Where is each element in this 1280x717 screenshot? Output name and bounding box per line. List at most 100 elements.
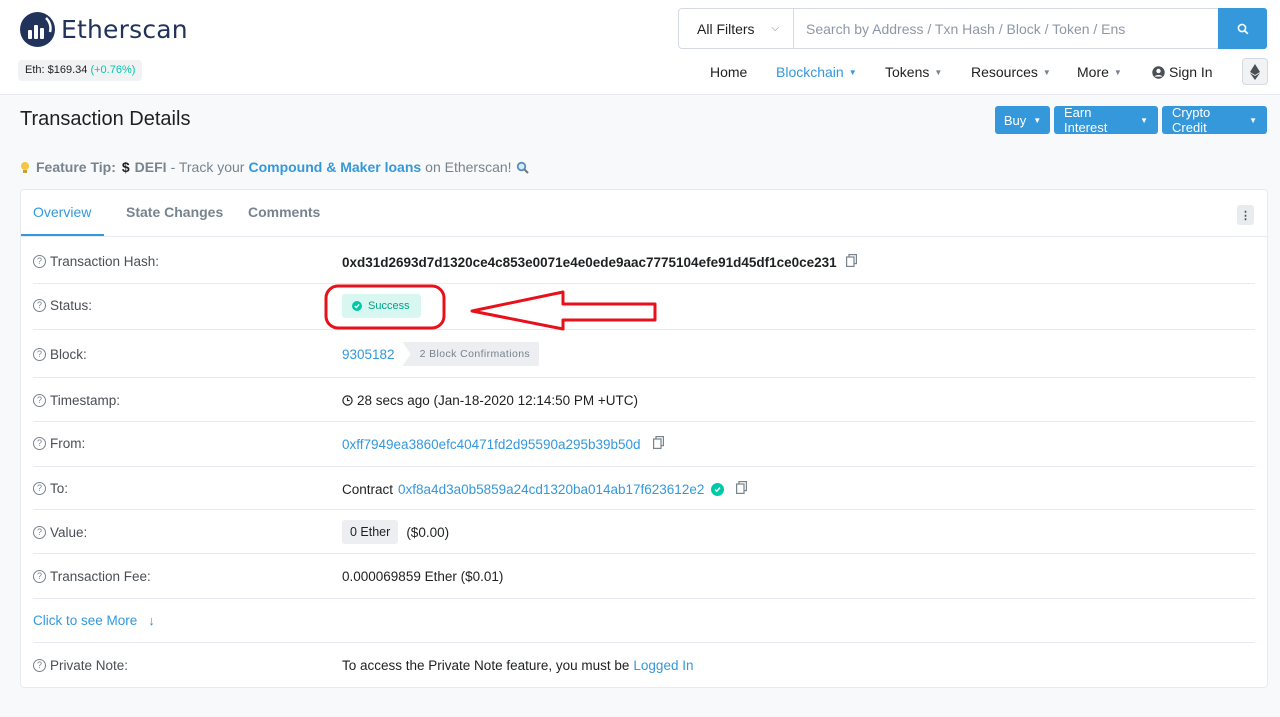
help-icon[interactable]: ?	[33, 255, 46, 268]
tab-comments[interactable]: Comments	[248, 204, 320, 220]
help-icon[interactable]: ?	[33, 394, 46, 407]
buy-button[interactable]: Buy ▼	[995, 106, 1050, 134]
nav-resources[interactable]: Resources ▼	[971, 60, 1051, 84]
network-switch-button[interactable]	[1242, 58, 1268, 85]
tip-text-post: on Etherscan!	[425, 159, 512, 175]
caret-down-icon: ▼	[848, 67, 857, 77]
sign-in-link[interactable]: Sign In	[1152, 60, 1213, 84]
buy-label: Buy	[1003, 112, 1027, 128]
nav-resources-label: Resources	[971, 64, 1038, 80]
to-address-link[interactable]: 0xf8a4d3a0b5859a24cd1320ba014ab17f623612…	[398, 482, 704, 497]
caret-down-icon: ▼	[1113, 67, 1122, 77]
dollar-icon: $	[121, 159, 130, 175]
tip-text-pre: - Track your	[170, 159, 245, 175]
search-icon	[1237, 23, 1248, 34]
compound-maker-link[interactable]: Compound & Maker loans	[248, 159, 421, 175]
help-icon[interactable]: ?	[33, 482, 46, 495]
detail-row-block: ? Block: 9305182 2 Block Confirmations	[33, 330, 1255, 378]
nav-more[interactable]: More ▼	[1077, 60, 1122, 84]
help-icon[interactable]: ?	[33, 348, 46, 361]
value-label: Value:	[50, 525, 88, 540]
copy-icon[interactable]	[845, 254, 857, 270]
help-icon[interactable]: ?	[33, 659, 46, 672]
help-icon[interactable]: ?	[33, 526, 46, 539]
detail-row-from: ? From: 0xff7949ea3860efc40471fd2d95590a2…	[33, 422, 1255, 467]
see-more-row: Click to see More ↓	[33, 599, 1255, 643]
detail-row-status: ? Status: Success	[33, 284, 1255, 330]
help-icon[interactable]: ?	[33, 570, 46, 583]
magnifier-icon	[516, 161, 529, 174]
status-label: Status:	[50, 298, 93, 313]
timestamp-label: Timestamp:	[50, 393, 121, 408]
ethereum-icon	[1250, 63, 1260, 80]
copy-icon[interactable]	[736, 481, 748, 497]
crypto-credit-button[interactable]: Crypto Credit ▼	[1162, 105, 1267, 135]
user-circle-icon	[1152, 65, 1165, 79]
hash-label: Transaction Hash:	[50, 254, 160, 269]
logged-in-link[interactable]: Logged In	[633, 658, 693, 673]
nav-tokens[interactable]: Tokens ▼	[885, 60, 942, 84]
brand-name: Etherscan	[61, 15, 188, 44]
verified-check-icon	[711, 482, 725, 496]
status-label-group: ? Status:	[33, 298, 92, 313]
timestamp-value: 28 secs ago (Jan-18-2020 12:14:50 PM +UT…	[357, 393, 639, 408]
nav-blockchain-label: Blockchain	[776, 64, 844, 80]
to-label: To:	[50, 481, 69, 496]
nav-more-label: More	[1077, 64, 1109, 80]
see-more-link[interactable]: Click to see More ↓	[33, 613, 155, 628]
active-tab-indicator	[21, 234, 104, 236]
search-button[interactable]	[1218, 8, 1267, 49]
eth-price-badge: Eth: $169.34 (+0.76%)	[18, 60, 143, 81]
hash-value-group: 0xd31d2693d7d1320ce4c853e0071e4e0ede9aac…	[342, 254, 857, 270]
help-icon[interactable]: ?	[33, 299, 46, 312]
search-bar: All Filters ⌵	[678, 8, 1267, 49]
logo-chart-icon	[20, 12, 55, 47]
from-label-group: ? From:	[33, 436, 85, 451]
nav-home[interactable]: Home	[710, 60, 747, 84]
chevron-down-icon: ⌵	[771, 23, 779, 34]
block-value-group: 9305182 2 Block Confirmations	[342, 342, 540, 366]
fee-label: Transaction Fee:	[50, 569, 151, 584]
transaction-hash: 0xd31d2693d7d1320ce4c853e0071e4e0ede9aac…	[342, 254, 837, 270]
from-address-link[interactable]: 0xff7949ea3860efc40471fd2d95590a295b39b5…	[342, 437, 641, 452]
tab-state-changes[interactable]: State Changes	[126, 204, 223, 220]
lightbulb-icon	[21, 161, 29, 173]
block-label: Block:	[50, 347, 87, 362]
detail-row-hash: ? Transaction Hash: 0xd31d2693d7d1320ce4c…	[33, 237, 1255, 284]
block-number-link[interactable]: 9305182	[342, 347, 395, 362]
caret-down-icon: ▼	[1249, 115, 1257, 125]
nav-blockchain[interactable]: Blockchain ▼	[776, 60, 857, 84]
ether-value-pill: 0 Ether	[342, 520, 399, 544]
search-filter-select[interactable]: All Filters ⌵	[679, 9, 794, 48]
fee-value-group: 0.000069859 Ether ($0.01)	[342, 569, 503, 584]
fee-label-group: ? Transaction Fee:	[33, 569, 151, 584]
sign-in-label: Sign In	[1169, 64, 1213, 80]
detail-row-to: ? To: Contract 0xf8a4d3a0b5859a24cd1320ba…	[33, 467, 1255, 510]
feature-tip: Feature Tip: $ DEFI - Track your Compoun…	[20, 159, 529, 175]
from-label: From:	[50, 436, 86, 451]
more-options-button[interactable]: ⋮	[1237, 205, 1254, 225]
see-more-label: Click to see More	[33, 613, 138, 628]
tab-overview[interactable]: Overview	[33, 204, 91, 220]
defi-label: DEFI	[134, 159, 167, 175]
copy-icon[interactable]	[652, 436, 664, 452]
timestamp-value-group: 28 secs ago (Jan-18-2020 12:14:50 PM +UT…	[342, 393, 638, 408]
caret-down-icon: ▼	[1140, 115, 1148, 125]
value-usd: ($0.00)	[406, 524, 450, 540]
from-value-group: 0xff7949ea3860efc40471fd2d95590a295b39b5…	[342, 436, 664, 452]
caret-down-icon: ▼	[934, 67, 943, 77]
timestamp-label-group: ? Timestamp:	[33, 393, 120, 408]
tab-bar: Overview State Changes Comments ⋮	[21, 190, 1267, 237]
etherscan-logo[interactable]: Etherscan	[20, 12, 188, 47]
earn-interest-button[interactable]: Earn Interest ▼	[1054, 105, 1158, 135]
hash-label-group: ? Transaction Hash:	[33, 254, 159, 269]
caret-down-icon: ▼	[1042, 67, 1051, 77]
note-value-group: To access the Private Note feature, you …	[342, 658, 693, 673]
help-icon[interactable]: ?	[33, 437, 46, 450]
status-value-group: Success	[342, 294, 421, 318]
value-label-group: ? Value:	[33, 525, 87, 540]
nav-home-label: Home	[710, 64, 748, 80]
page-title: Transaction Details	[20, 108, 191, 130]
search-input[interactable]	[794, 9, 1218, 48]
status-text: Success	[368, 300, 410, 312]
